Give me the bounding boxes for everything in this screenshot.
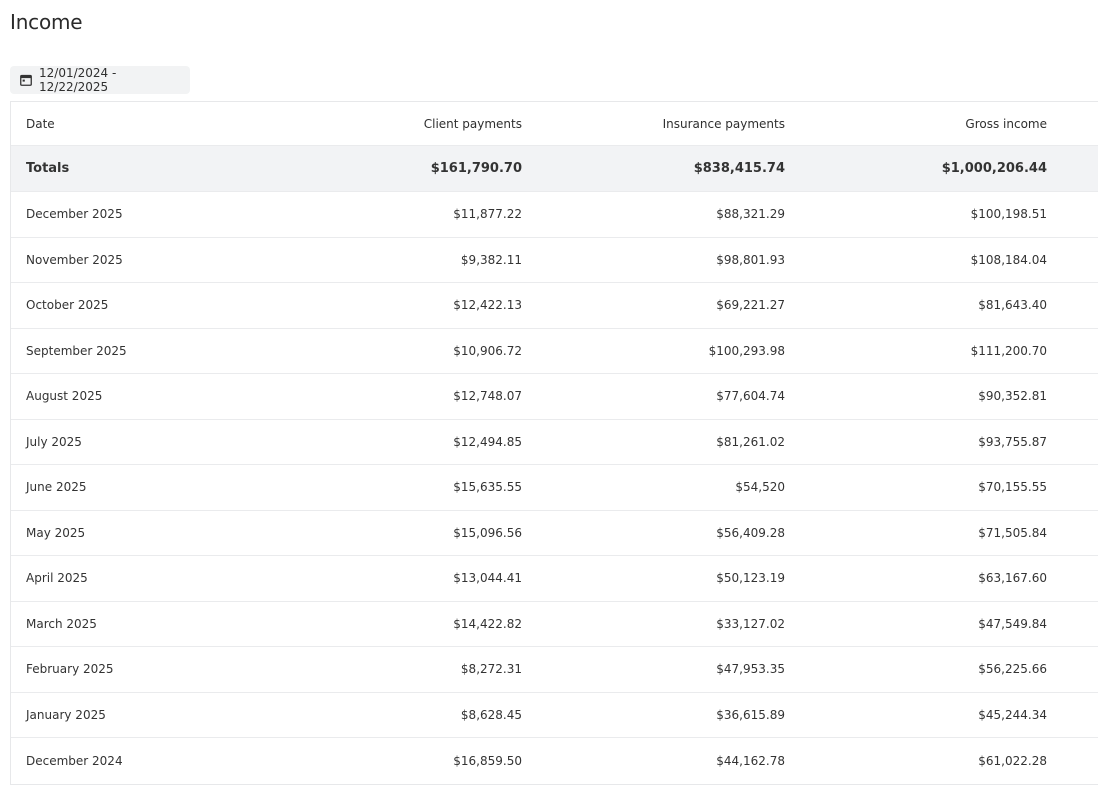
row-client-payments: $15,096.56	[453, 525, 522, 540]
row-gross-income: $81,643.40	[978, 298, 1047, 313]
row-client-payments: $11,877.22	[453, 207, 522, 222]
table-row: January 2025 $8,628.45 $36,615.89 $45,24…	[11, 693, 1098, 738]
row-insurance-payments: $100,293.98	[708, 343, 785, 358]
column-header-date[interactable]: Date	[11, 117, 301, 131]
column-header-insurance-payments[interactable]: Insurance payments	[522, 117, 785, 131]
row-date: November 2025	[26, 252, 123, 267]
row-insurance-payments: $69,221.27	[716, 298, 785, 313]
page-title: Income	[10, 10, 83, 34]
row-date: January 2025	[26, 707, 106, 722]
column-header-client-payments[interactable]: Client payments	[301, 117, 522, 131]
date-range-picker[interactable]: 12/01/2024 - 12/22/2025	[10, 66, 190, 94]
row-insurance-payments: $77,604.74	[716, 389, 785, 404]
row-insurance-payments: $98,801.93	[716, 252, 785, 267]
row-client-payments: $8,628.45	[460, 707, 522, 722]
row-gross-income: $70,155.55	[978, 480, 1047, 495]
table-row: December 2024 $16,859.50 $44,162.78 $61,…	[11, 738, 1098, 784]
totals-label: Totals	[26, 161, 70, 176]
row-gross-income: $56,225.66	[978, 662, 1047, 677]
calendar-icon	[20, 74, 32, 86]
row-insurance-payments: $56,409.28	[716, 525, 785, 540]
table-row: August 2025 $12,748.07 $77,604.74 $90,35…	[11, 374, 1098, 420]
row-date: March 2025	[26, 616, 97, 631]
table-row: February 2025 $8,272.31 $47,953.35 $56,2…	[11, 647, 1098, 693]
row-client-payments: $10,906.72	[453, 343, 522, 358]
row-gross-income: $111,200.70	[970, 343, 1047, 358]
row-insurance-payments: $50,123.19	[716, 571, 785, 586]
table-row: April 2025 $13,044.41 $50,123.19 $63,167…	[11, 556, 1098, 602]
table-row: July 2025 $12,494.85 $81,261.02 $93,755.…	[11, 420, 1098, 465]
row-gross-income: $93,755.87	[978, 434, 1047, 449]
row-client-payments: $12,494.85	[453, 434, 522, 449]
row-client-payments: $12,748.07	[453, 389, 522, 404]
row-gross-income: $63,167.60	[978, 571, 1047, 586]
table-row: March 2025 $14,422.82 $33,127.02 $47,549…	[11, 602, 1098, 647]
row-date: July 2025	[26, 434, 82, 449]
table-row: September 2025 $10,906.72 $100,293.98 $1…	[11, 329, 1098, 374]
row-gross-income: $108,184.04	[970, 252, 1047, 267]
row-client-payments: $12,422.13	[453, 298, 522, 313]
row-gross-income: $45,244.34	[978, 707, 1047, 722]
row-client-payments: $15,635.55	[453, 480, 522, 495]
table-row: November 2025 $9,382.11 $98,801.93 $108,…	[11, 238, 1098, 283]
row-date: October 2025	[26, 298, 109, 313]
row-client-payments: $14,422.82	[453, 616, 522, 631]
row-date: June 2025	[26, 480, 87, 495]
table-row: October 2025 $12,422.13 $69,221.27 $81,6…	[11, 283, 1098, 329]
row-gross-income: $61,022.28	[978, 753, 1047, 768]
income-table: Date Client payments Insurance payments …	[10, 101, 1098, 785]
row-date: August 2025	[26, 389, 103, 404]
row-gross-income: $90,352.81	[978, 389, 1047, 404]
row-date: May 2025	[26, 525, 86, 540]
income-page: Income 12/01/2024 - 12/22/2025 Date Clie…	[0, 0, 1098, 790]
table-row: December 2025 $11,877.22 $88,321.29 $100…	[11, 192, 1098, 238]
row-date: September 2025	[26, 343, 127, 358]
row-date: December 2025	[26, 207, 123, 222]
row-insurance-payments: $81,261.02	[716, 434, 785, 449]
row-insurance-payments: $36,615.89	[716, 707, 785, 722]
totals-client-payments: $161,790.70	[430, 161, 522, 176]
row-insurance-payments: $33,127.02	[716, 616, 785, 631]
row-insurance-payments: $44,162.78	[716, 753, 785, 768]
column-header-gross-income[interactable]: Gross income	[785, 117, 1047, 131]
row-date: December 2024	[26, 753, 123, 768]
totals-row: Totals $161,790.70 $838,415.74 $1,000,20…	[11, 146, 1098, 192]
row-insurance-payments: $47,953.35	[716, 662, 785, 677]
totals-insurance-payments: $838,415.74	[693, 161, 785, 176]
totals-gross-income: $1,000,206.44	[941, 161, 1047, 176]
row-insurance-payments: $88,321.29	[716, 207, 785, 222]
row-client-payments: $16,859.50	[453, 753, 522, 768]
row-client-payments: $8,272.31	[460, 662, 522, 677]
date-range-label: 12/01/2024 - 12/22/2025	[39, 66, 117, 94]
row-gross-income: $47,549.84	[978, 616, 1047, 631]
table-header: Date Client payments Insurance payments …	[11, 102, 1098, 146]
row-gross-income: $71,505.84	[978, 525, 1047, 540]
row-client-payments: $9,382.11	[460, 252, 522, 267]
table-row: May 2025 $15,096.56 $56,409.28 $71,505.8…	[11, 511, 1098, 556]
row-client-payments: $13,044.41	[453, 571, 522, 586]
row-date: April 2025	[26, 571, 88, 586]
row-gross-income: $100,198.51	[970, 207, 1047, 222]
row-date: February 2025	[26, 662, 114, 677]
table-row: June 2025 $15,635.55 $54,520 $70,155.55	[11, 465, 1098, 511]
row-insurance-payments: $54,520	[735, 480, 785, 495]
